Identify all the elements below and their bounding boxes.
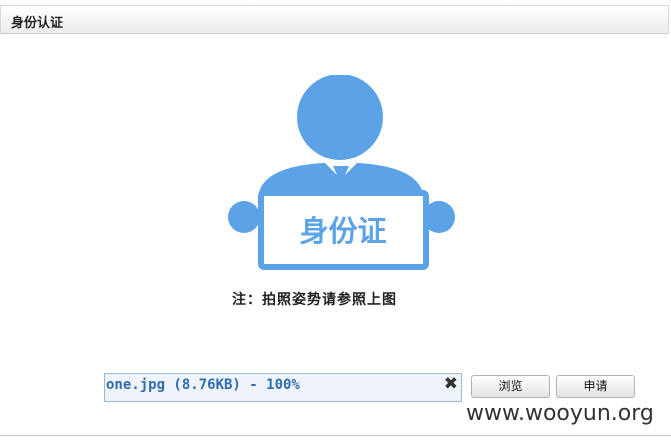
dialog-header: 身份认证 (0, 5, 669, 34)
upload-file-field[interactable]: one.jpg (8.76KB) - 100% ✖ (104, 373, 462, 402)
id-card-label: 身份证 (299, 214, 386, 248)
photo-instruction-note: 注：拍照姿势请参照上图 (232, 292, 397, 308)
uploaded-file-status: one.jpg (8.76KB) - 100% (106, 377, 300, 393)
browse-button[interactable]: 浏览 (471, 375, 550, 398)
id-card-person-icon: 身份证 (228, 75, 456, 275)
dialog-title: 身份认证 (11, 16, 64, 31)
apply-button[interactable]: 申请 (556, 375, 635, 398)
remove-file-icon[interactable]: ✖ (444, 374, 458, 394)
watermark: www.wooyun.org (466, 401, 654, 426)
bottom-divider (0, 435, 671, 436)
